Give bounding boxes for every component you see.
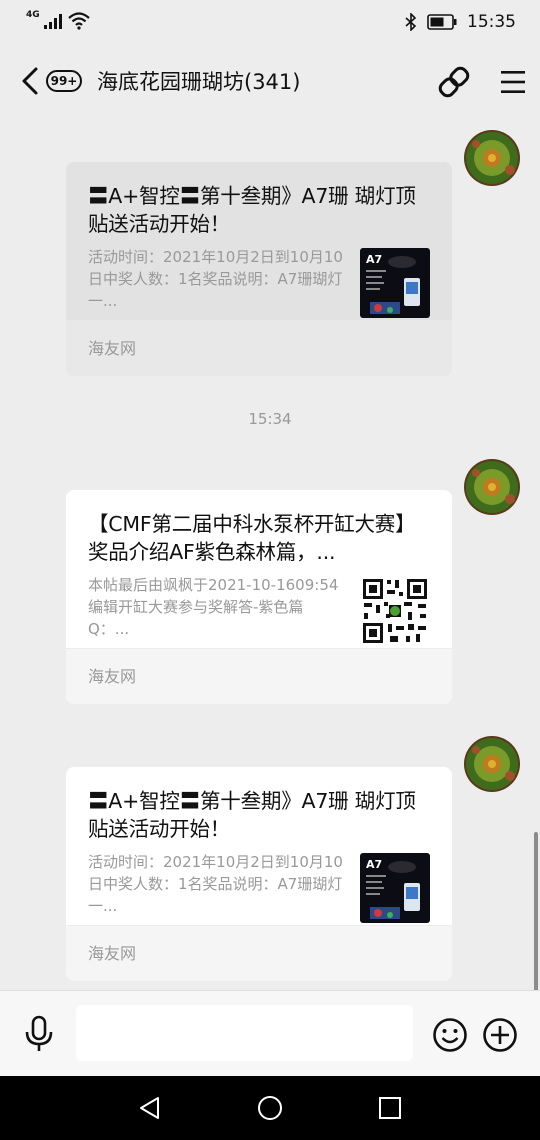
square-recent-icon[interactable]: [376, 1094, 404, 1122]
message-input[interactable]: [76, 1005, 413, 1061]
avatar-image: [464, 736, 520, 792]
plus-circle-icon[interactable]: [482, 1017, 518, 1053]
card-title: 〓A+智控〓第十叁期》A7珊 瑚灯顶贴送活动开始！: [88, 789, 416, 841]
battery-icon: [427, 14, 457, 30]
card-thumbnail: [360, 576, 430, 646]
link-icon[interactable]: [436, 64, 472, 100]
card-thumbnail: A7: [360, 853, 430, 923]
card-description: 活动时间：2021年10月2日到10月10日中奖人数：1名奖品说明：A7珊瑚灯一…: [88, 853, 343, 915]
status-time: 15:35: [467, 12, 516, 32]
chat-title: 海底花园珊瑚坊(341): [97, 70, 301, 94]
sender-avatar[interactable]: [464, 459, 520, 515]
card-thumbnail: A7: [360, 248, 430, 318]
thumb-label: A7: [366, 858, 382, 871]
product-image: A7: [360, 853, 430, 923]
sender-avatar[interactable]: [464, 130, 520, 186]
input-bar: [0, 990, 540, 1077]
unread-badge[interactable]: 99+: [46, 70, 82, 92]
smiley-icon[interactable]: [432, 1017, 468, 1053]
thumb-label: A7: [366, 253, 382, 266]
system-nav-bar: [0, 1076, 540, 1140]
signal-icon: [43, 14, 62, 29]
scrollbar-thumb[interactable]: [534, 832, 538, 992]
menu-icon[interactable]: [499, 68, 527, 96]
network-type: 4G: [26, 10, 40, 20]
chat-header: 99+ 海底花园珊瑚坊(341): [0, 52, 540, 112]
link-card[interactable]: 〓A+智控〓第十叁期》A7珊 瑚灯顶贴送活动开始！ 活动时间：2021年10月2…: [66, 162, 452, 376]
card-description: 本帖最后由飒枫于2021-10-1609:54编辑开缸大赛参与奖解答-紫色篇Q：…: [88, 576, 339, 638]
chevron-left-icon[interactable]: [18, 66, 44, 96]
card-body: 【CMF第二届中科水泵杯开缸大赛】奖品介绍AF紫色森林篇，... 本帖最后由飒枫…: [66, 490, 452, 648]
triangle-back-icon[interactable]: [136, 1094, 164, 1122]
product-image: A7: [360, 248, 430, 318]
link-card[interactable]: 【CMF第二届中科水泵杯开缸大赛】奖品介绍AF紫色森林篇，... 本帖最后由飒枫…: [66, 490, 452, 704]
card-source: 海友网: [66, 925, 452, 981]
circle-home-icon[interactable]: [256, 1094, 284, 1122]
link-card[interactable]: 〓A+智控〓第十叁期》A7珊 瑚灯顶贴送活动开始！ 活动时间：2021年10月2…: [66, 767, 452, 981]
avatar-image: [464, 130, 520, 186]
card-title: 【CMF第二届中科水泵杯开缸大赛】奖品介绍AF紫色森林篇，...: [88, 512, 416, 564]
bluetooth-icon: [405, 13, 417, 31]
card-title: 〓A+智控〓第十叁期》A7珊 瑚灯顶贴送活动开始！: [88, 184, 416, 236]
status-bar: 4G 15:35: [0, 0, 540, 44]
qr-code-image: [360, 576, 430, 646]
avatar-image: [464, 459, 520, 515]
microphone-icon[interactable]: [22, 1015, 56, 1053]
card-body: 〓A+智控〓第十叁期》A7珊 瑚灯顶贴送活动开始！ 活动时间：2021年10月2…: [66, 162, 452, 320]
card-source: 海友网: [66, 320, 452, 376]
timestamp-divider: 15:34: [248, 410, 292, 428]
card-source: 海友网: [66, 648, 452, 704]
card-body: 〓A+智控〓第十叁期》A7珊 瑚灯顶贴送活动开始！ 活动时间：2021年10月2…: [66, 767, 452, 925]
sender-avatar[interactable]: [464, 736, 520, 792]
wifi-icon: [67, 12, 90, 30]
card-description: 活动时间：2021年10月2日到10月10日中奖人数：1名奖品说明：A7珊瑚灯一…: [88, 248, 343, 310]
status-right: 15:35: [405, 12, 516, 32]
status-left: 4G: [26, 10, 90, 30]
